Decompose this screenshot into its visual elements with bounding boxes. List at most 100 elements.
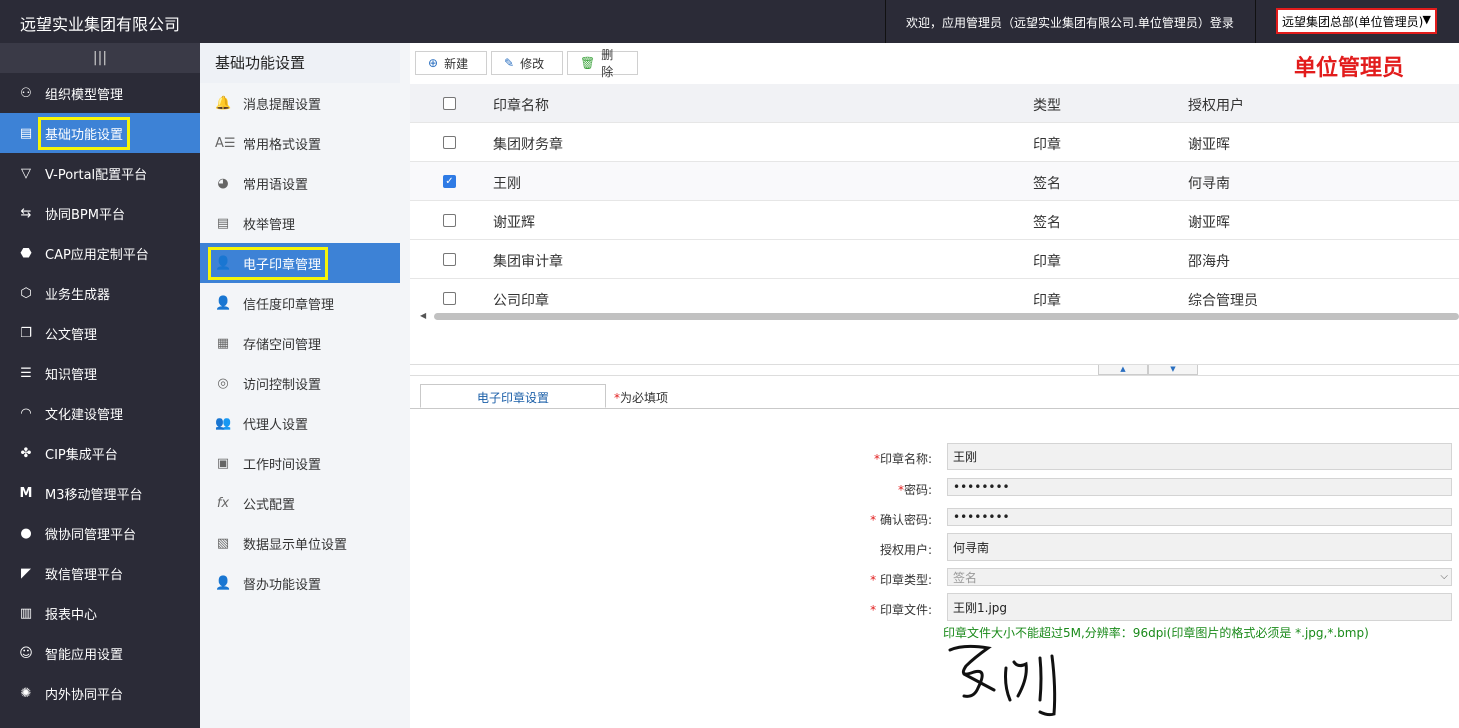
subnav-item-label: 公式配置 — [243, 497, 296, 513]
subnav-item-label: 常用格式设置 — [243, 137, 322, 153]
table-row[interactable]: 集团审计章 印章 邵海舟 — [410, 240, 1459, 279]
nav-item-cap[interactable]: ⬣ CAP应用定制平台 — [0, 233, 200, 273]
role-label: 单位管理员 — [1294, 56, 1405, 81]
nav-item-documents[interactable]: ❐ 公文管理 — [0, 313, 200, 353]
nav-item-vportal[interactable]: ▽ V-Portal配置平台 — [0, 153, 200, 193]
cell-authorized-user: 谢亚晖 — [1188, 215, 1230, 231]
cell-seal-type: 印章 — [1033, 137, 1061, 153]
nav-item-cip[interactable]: ✤ CIP集成平台 — [0, 433, 200, 473]
nav-item-label: CIP集成平台 — [45, 447, 118, 463]
new-button[interactable]: ⊕ 新建 — [415, 51, 487, 75]
tab-e-seal-settings[interactable]: 电子印章设置 — [420, 384, 606, 408]
subnav-item-label: 枚举管理 — [243, 217, 296, 233]
expand-down-icon[interactable]: ▼ — [1148, 365, 1198, 375]
scroll-left-arrow-icon[interactable]: ◀ — [420, 311, 426, 320]
subnav-item-label: 访问控制设置 — [243, 377, 322, 393]
row-checkbox[interactable]: ✓ — [443, 175, 456, 188]
row-checkbox[interactable] — [443, 292, 456, 305]
nav-item-basic-settings[interactable]: ▤ 基础功能设置 — [0, 113, 200, 153]
nav-item-org-model[interactable]: ⚇ 组织模型管理 — [0, 73, 200, 113]
nav-item-wechat[interactable]: ● 微协同管理平台 — [0, 513, 200, 553]
expand-up-icon[interactable]: ▲ — [1098, 365, 1148, 375]
subnav-item-e-seal[interactable]: 👤 电子印章管理 — [200, 243, 400, 283]
authorized-user-field[interactable]: 何寻南 — [947, 533, 1452, 561]
column-header-name[interactable]: 印章名称 — [493, 95, 549, 115]
nav-item-collab[interactable]: ✺ 内外协同平台 — [0, 673, 200, 713]
seal-file-field[interactable]: 王刚1.jpg — [947, 593, 1452, 621]
unit-select[interactable]: 远望集团总部(单位管理员) ▼ — [1276, 8, 1437, 34]
table-row[interactable]: 谢亚辉 签名 谢亚晖 — [410, 201, 1459, 240]
label-seal-name: *印章名称: — [873, 452, 932, 466]
access-icon: ◎ — [217, 375, 229, 391]
collapse-menu-button[interactable]: ||| — [0, 43, 200, 73]
storage-icon: ▦ — [216, 335, 230, 351]
nav-item-m3[interactable]: M M3移动管理平台 — [0, 473, 200, 513]
scrollbar-thumb[interactable] — [434, 313, 1459, 320]
vportal-icon: ▽ — [21, 165, 31, 181]
subnav-item-common-format[interactable]: A☰ 常用格式设置 — [200, 123, 400, 163]
table-row[interactable]: ✓ 王刚 签名 何寻南 — [410, 162, 1459, 201]
row-checkbox[interactable] — [443, 136, 456, 149]
nav-item-culture[interactable]: ◠ 文化建设管理 — [0, 393, 200, 433]
password-field[interactable]: •••••••• — [947, 478, 1452, 496]
supervise-icon: 👤 — [215, 575, 232, 591]
subnav-item-access-control[interactable]: ◎ 访问控制设置 — [200, 363, 400, 403]
subnav-item-agent[interactable]: 👥 代理人设置 — [200, 403, 400, 443]
label-seal-type: * 印章类型: — [870, 573, 932, 587]
delete-button-label: 删除 — [601, 48, 614, 79]
subnav-item-label: 消息提醒设置 — [243, 97, 322, 113]
cell-seal-type: 印章 — [1033, 293, 1061, 309]
column-header-type[interactable]: 类型 — [1033, 95, 1061, 115]
nav-item-label: 协同BPM平台 — [45, 207, 125, 223]
nav-item-label: 文化建设管理 — [45, 407, 124, 423]
document-icon: ❐ — [20, 325, 32, 341]
workflow-icon: ⇆ — [20, 205, 32, 221]
report-icon: ▥ — [19, 605, 33, 621]
nav-item-reports[interactable]: ▥ 报表中心 — [0, 593, 200, 633]
integration-icon: ✤ — [20, 445, 32, 461]
subnav-item-label: 信任度印章管理 — [243, 297, 335, 313]
delete-button[interactable]: 🗑 删除 — [567, 48, 638, 79]
table-row[interactable]: 集团财务章 印章 谢亚晖 — [410, 123, 1459, 162]
row-checkbox[interactable] — [443, 214, 456, 227]
collapse-icon: ||| — [92, 50, 108, 66]
main-nav: ||| ⚇ 组织模型管理 ▤ 基础功能设置 ▽ V-Portal配置平台 ⇆ 协同BPM… — [0, 43, 200, 728]
signature-image — [948, 644, 1057, 717]
label-password: *密码: — [897, 483, 932, 497]
welcome-text: 欢迎，应用管理员（远望实业集团有限公司.单位管理员）登录 — [906, 16, 1234, 30]
seal-type-select[interactable]: 签名 ⌵ — [947, 568, 1452, 586]
cell-seal-type: 印章 — [1033, 254, 1061, 270]
subnav-item-common-phrases[interactable]: ◕ 常用语设置 — [200, 163, 400, 203]
horizontal-scrollbar[interactable]: ◀ — [420, 311, 1459, 320]
nav-item-knowledge[interactable]: ☰ 知识管理 — [0, 353, 200, 393]
cell-authorized-user: 综合管理员 — [1188, 293, 1258, 309]
subnav-item-work-time[interactable]: ▣ 工作时间设置 — [200, 443, 400, 483]
nav-item-zhixin[interactable]: ◤ 致信管理平台 — [0, 553, 200, 593]
column-header-user[interactable]: 授权用户 — [1188, 95, 1244, 115]
edit-button[interactable]: ✎ 修改 — [491, 51, 563, 75]
chevron-down-icon: ▼ — [1422, 13, 1431, 26]
nav-item-business-generator[interactable]: ⬡ 业务生成器 — [0, 273, 200, 313]
seal-name-field[interactable]: 王刚 — [947, 443, 1452, 470]
subnav-item-supervise[interactable]: 👤 督办功能设置 — [200, 563, 400, 603]
row-checkbox[interactable] — [443, 253, 456, 266]
label-seal-file: * 印章文件: — [870, 603, 932, 617]
subnav-item-enum[interactable]: ▤ 枚举管理 — [200, 203, 400, 243]
subnav-item-formula[interactable]: fx 公式配置 — [200, 483, 400, 523]
confirm-password-field[interactable]: •••••••• — [947, 508, 1452, 526]
subnav-item-message-reminder[interactable]: 🔔 消息提醒设置 — [200, 83, 400, 123]
nav-item-label: 基础功能设置 — [37, 116, 131, 150]
cell-seal-name: 集团审计章 — [493, 254, 563, 270]
nav-item-smart-apps[interactable]: ☺ 智能应用设置 — [0, 633, 200, 673]
subnav-item-trust-seal[interactable]: 👤 信任度印章管理 — [200, 283, 400, 323]
select-all-checkbox[interactable] — [443, 97, 456, 110]
cell-authorized-user: 谢亚晖 — [1188, 137, 1230, 153]
subnav-item-storage[interactable]: ▦ 存储空间管理 — [200, 323, 400, 363]
sub-nav: 基础功能设置 🔔 消息提醒设置 A☰ 常用格式设置 ◕ 常用语设置 ▤ 枚举管理 👤 电子… — [200, 43, 400, 728]
panel-splitter[interactable]: ▲ ▼ — [410, 364, 1459, 376]
nav-item-bpm[interactable]: ⇆ 协同BPM平台 — [0, 193, 200, 233]
subnav-item-data-unit[interactable]: ▧ 数据显示单位设置 — [200, 523, 400, 563]
cell-seal-name: 公司印章 — [493, 293, 549, 309]
top-header: 远望实业集团有限公司 欢迎，应用管理员（远望实业集团有限公司.单位管理员）登录 … — [0, 0, 1459, 43]
agent-icon: 👥 — [215, 415, 232, 431]
